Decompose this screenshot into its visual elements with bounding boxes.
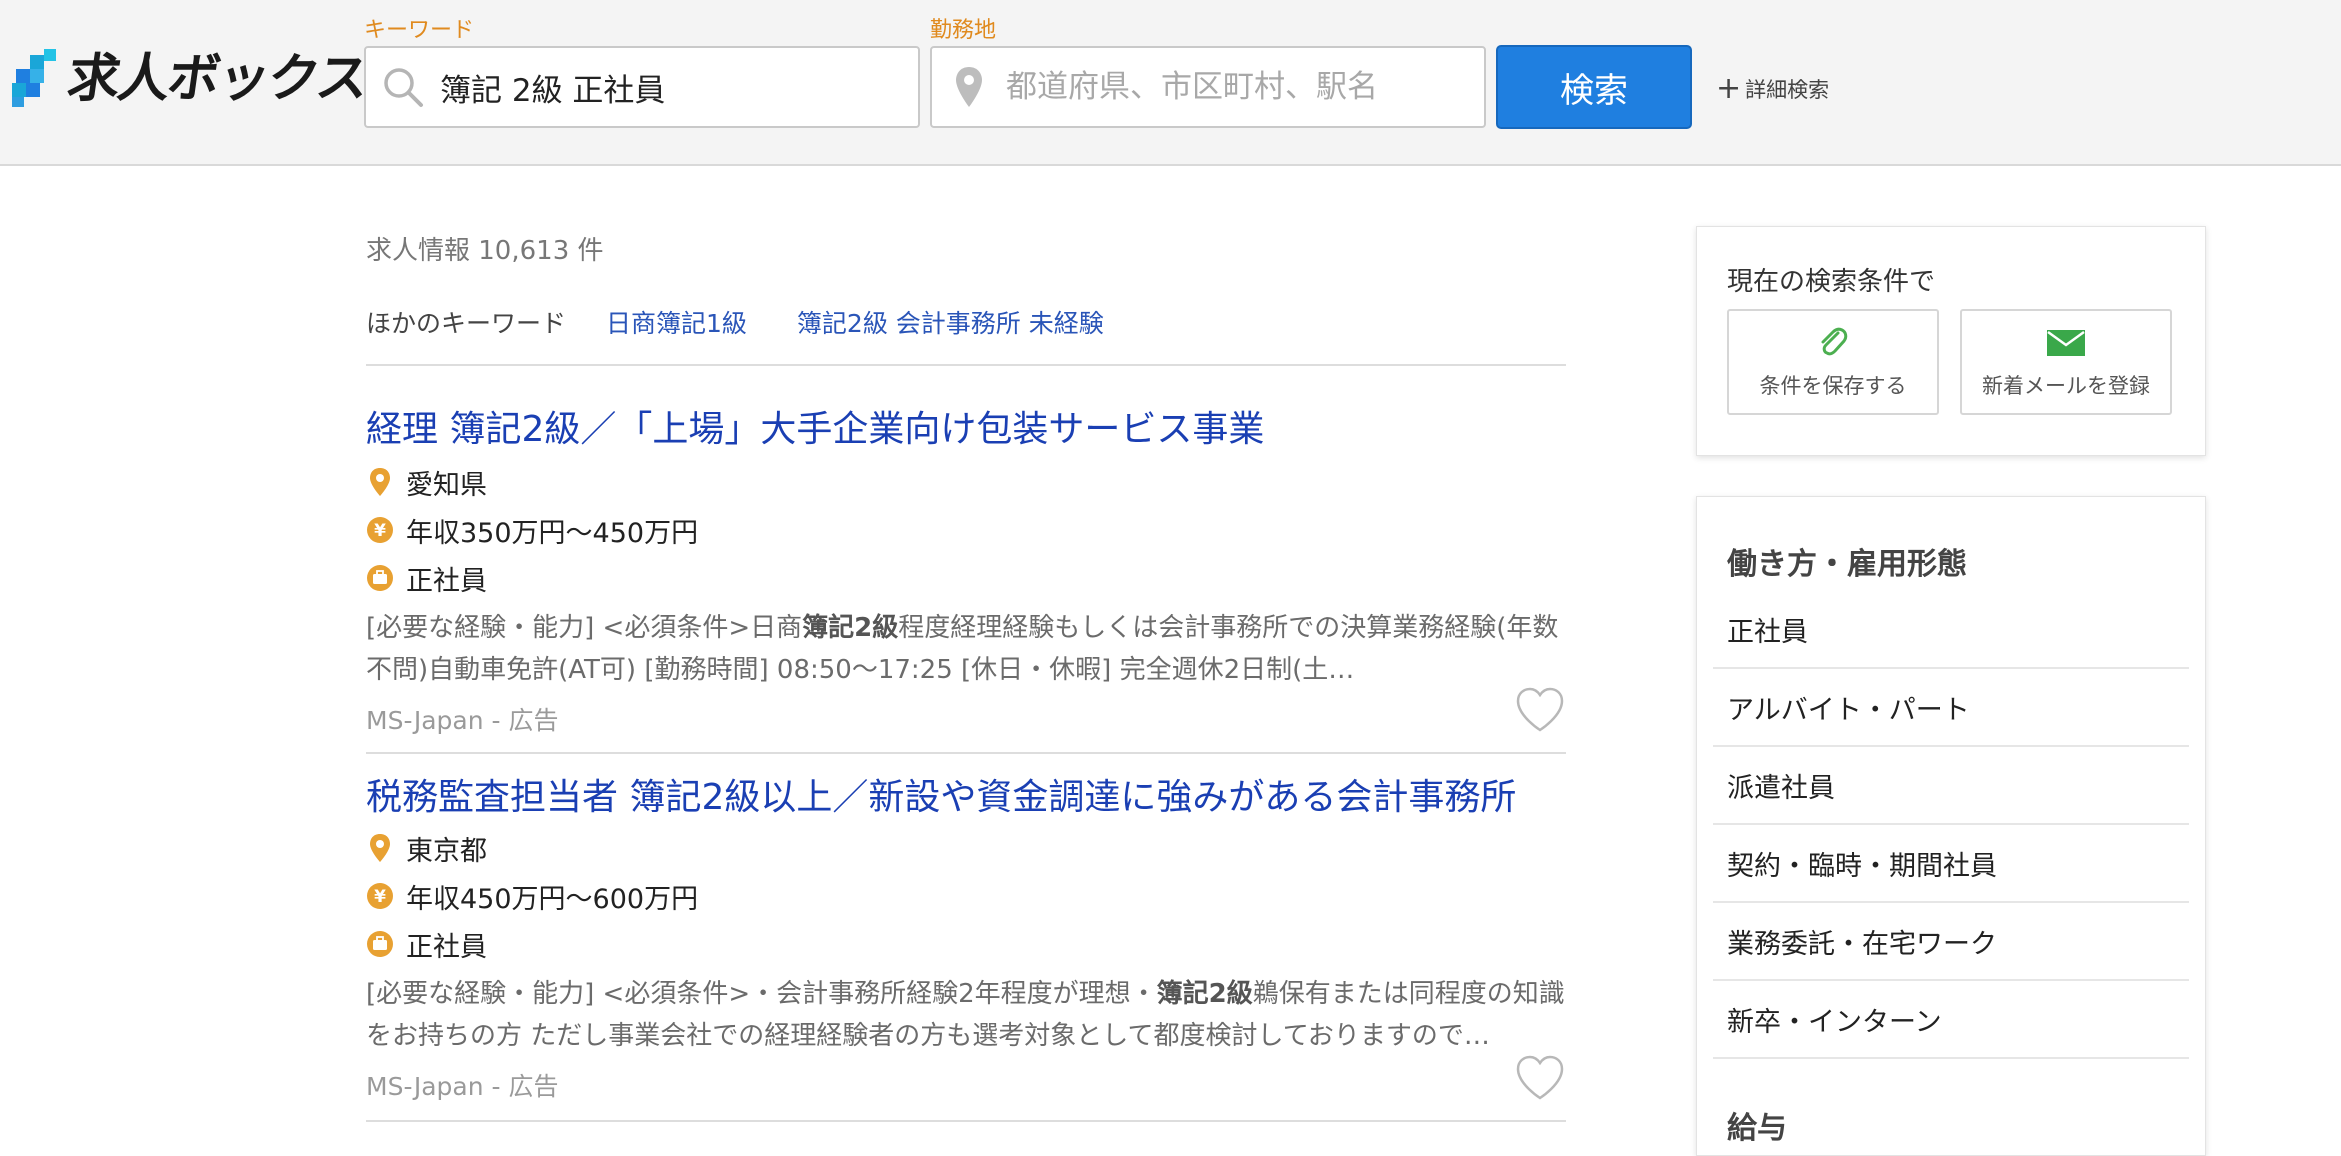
plus-icon: + xyxy=(1716,71,1742,106)
job-salary-text: 年収450万円～600万円 xyxy=(406,883,699,915)
keyword-highlight: 簿記2級 xyxy=(1156,979,1253,1010)
save-condition-button[interactable]: 条件を保存する xyxy=(1727,309,1939,415)
paperclip-icon xyxy=(1816,324,1850,362)
search-button[interactable]: 検索 xyxy=(1496,45,1692,129)
save-condition-label: 条件を保存する xyxy=(1759,374,1907,398)
site-header: 求人ボックス キーワード 簿記 2級 正社員 勤務地 検索 + 詳細検索 xyxy=(0,0,2341,166)
save-search-title: 現在の検索条件で xyxy=(1727,267,1936,297)
job-card: 経理 簿記2級／「上場」大手企業向け包装サービス事業 愛知県 ¥ 年収350万円… xyxy=(366,408,1566,737)
location-label: 勤務地 xyxy=(930,18,997,43)
advanced-search-link[interactable]: + 詳細検索 xyxy=(1716,74,1829,104)
location-pin-icon xyxy=(932,48,1006,126)
job-title-link[interactable]: 税務監査担当者 簿記2級以上／新設や資金調達に強みがある会計事務所 xyxy=(366,776,1566,819)
search-icon xyxy=(366,48,440,126)
filter-item-employment[interactable]: 新卒・インターン xyxy=(1713,981,2189,1059)
svg-text:¥: ¥ xyxy=(374,521,386,541)
keyword-label: キーワード xyxy=(364,18,475,43)
logo-text: 求人ボックス xyxy=(63,49,371,109)
job-location-text: 愛知県 xyxy=(406,469,487,501)
job-description-text: [必要な経験・能力] <必須条件>日商 xyxy=(366,613,803,644)
job-employment: 正社員 xyxy=(366,923,1566,965)
job-description-text: [必要な経験・能力] <必須条件>・会計事務所経験2年程度が理想・ xyxy=(366,979,1157,1010)
yen-icon: ¥ xyxy=(366,882,394,910)
job-source: MS-Japan - 広告 xyxy=(366,706,559,736)
employment-heading: 働き方・雇用形態 xyxy=(1727,547,1967,582)
job-title-link[interactable]: 経理 簿記2級／「上場」大手企業向け包装サービス事業 xyxy=(366,408,1566,451)
filter-item-employment[interactable]: アルバイト・パート xyxy=(1713,669,2189,747)
filter-item-employment[interactable]: 業務委託・在宅ワーク xyxy=(1713,903,2189,981)
job-source: MS-Japan - 広告 xyxy=(366,1072,559,1102)
related-keyword-link[interactable]: 日商簿記1級 xyxy=(606,304,747,340)
briefcase-icon xyxy=(366,930,394,958)
filter-item-employment[interactable]: 契約・臨時・期間社員 xyxy=(1713,825,2189,903)
location-field[interactable] xyxy=(930,46,1486,128)
advanced-search-label: 詳細検索 xyxy=(1745,78,1830,102)
svg-text:¥: ¥ xyxy=(374,887,386,907)
result-count: 求人情報 10,613 件 xyxy=(366,236,604,266)
filter-panel: 働き方・雇用形態 正社員 アルバイト・パート 派遣社員 契約・臨時・期間社員 業… xyxy=(1696,496,2206,1156)
heart-icon[interactable] xyxy=(1514,1054,1566,1102)
save-search-panel: 現在の検索条件で 条件を保存する 新着メールを登録 xyxy=(1696,226,2206,456)
job-description: [必要な経験・能力] <必須条件>・会計事務所経験2年程度が理想・簿記2級鵜保有… xyxy=(366,973,1566,1057)
job-location-text: 東京都 xyxy=(406,835,487,867)
location-pin-icon xyxy=(366,834,394,863)
yen-icon: ¥ xyxy=(366,516,394,544)
new-mail-label: 新着メールを登録 xyxy=(1982,374,2150,398)
location-pin-icon xyxy=(366,468,394,497)
related-keyword-link[interactable]: 簿記2級 会計事務所 未経験 xyxy=(797,304,1104,340)
salary-heading: 給与 xyxy=(1727,1111,1787,1146)
keyword-highlight: 簿記2級 xyxy=(802,613,899,644)
job-location: 東京都 xyxy=(366,827,1566,869)
keyword-input[interactable]: 簿記 2級 正社員 xyxy=(440,65,665,110)
job-description: [必要な経験・能力] <必須条件>日商簿記2級程度経理経験もしくは会計事務所での… xyxy=(366,607,1566,691)
briefcase-icon xyxy=(366,564,394,592)
related-keywords-label: ほかのキーワード xyxy=(366,309,567,338)
filter-item-employment[interactable]: 派遣社員 xyxy=(1713,747,2189,825)
mail-icon xyxy=(2046,324,2086,362)
filter-item-employment[interactable]: 正社員 xyxy=(1713,591,2189,669)
job-employment-text: 正社員 xyxy=(406,931,487,963)
job-employment: 正社員 xyxy=(366,557,1566,599)
keyword-field[interactable]: 簿記 2級 正社員 xyxy=(364,46,920,128)
new-mail-button[interactable]: 新着メールを登録 xyxy=(1960,309,2172,415)
logo-mark-icon xyxy=(10,49,62,109)
job-salary: ¥ 年収350万円～450万円 xyxy=(366,509,1566,551)
job-salary: ¥ 年収450万円～600万円 xyxy=(366,875,1566,917)
location-input[interactable] xyxy=(1006,69,1466,105)
related-keywords: ほかのキーワード 日商簿記1級 簿記2級 会計事務所 未経験 xyxy=(366,304,1154,340)
job-card: 税務監査担当者 簿記2級以上／新設や資金調達に強みがある会計事務所 東京都 ¥ … xyxy=(366,776,1566,1103)
job-employment-text: 正社員 xyxy=(406,565,487,597)
divider xyxy=(366,1120,1566,1122)
heart-icon[interactable] xyxy=(1514,686,1566,734)
site-logo[interactable]: 求人ボックス xyxy=(10,46,371,112)
divider xyxy=(366,752,1566,754)
job-salary-text: 年収350万円～450万円 xyxy=(406,517,699,549)
job-location: 愛知県 xyxy=(366,461,1566,503)
divider xyxy=(366,364,1566,366)
